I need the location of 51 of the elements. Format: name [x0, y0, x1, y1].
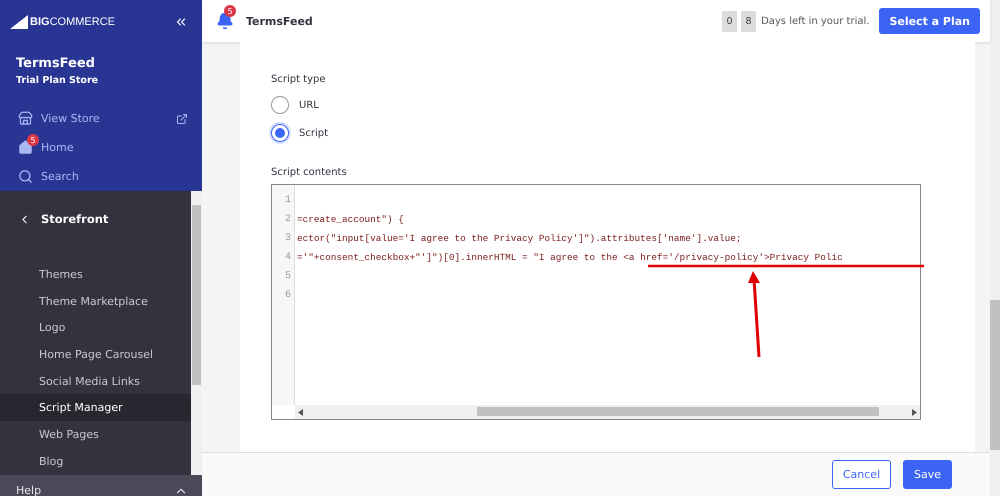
logo-icon	[10, 15, 28, 29]
select-plan-button[interactable]: Select a Plan	[879, 8, 980, 34]
nav-link[interactable]: Search	[41, 170, 188, 183]
cancel-button[interactable]: Cancel	[832, 460, 891, 489]
trial-text: Days left in your trial.	[761, 16, 870, 26]
menu-item[interactable]: Theme Marketplace	[0, 288, 191, 314]
menu-item[interactable]: Blog	[0, 448, 191, 474]
radio-button[interactable]	[271, 124, 289, 142]
radio-label[interactable]: URL	[299, 100, 319, 110]
notification-badge: 5	[224, 5, 236, 17]
section-title: Storefront	[41, 212, 108, 226]
code-line: ector("input[value='I agree to the Privacy Policy']").attributes['name'].value;	[297, 233, 742, 244]
logo-text: COMMERCE	[50, 16, 115, 28]
store-icon	[18, 111, 33, 126]
menu-item[interactable]: Web Pages	[0, 421, 191, 448]
line-number: 5	[284, 270, 292, 284]
scrollbar[interactable]	[191, 191, 202, 474]
code-line: =create_account") {	[297, 214, 404, 225]
field-label: Script type	[271, 74, 327, 85]
field-label: Script contents	[271, 167, 348, 178]
logo-text: BIG	[30, 16, 50, 28]
save-button[interactable]: Save	[903, 460, 952, 489]
store-title: TermsFeed	[246, 14, 314, 28]
scroll-left-icon[interactable]	[298, 408, 303, 416]
days-digit: 8	[741, 10, 756, 32]
code-editor[interactable]	[271, 184, 921, 420]
help-label[interactable]: Help	[16, 484, 42, 496]
line-number: 1	[284, 194, 292, 208]
home-icon	[18, 140, 33, 155]
days-digit: 0	[722, 10, 738, 32]
menu-item[interactable]: Social Media Links	[0, 368, 191, 394]
notification-badge: 5	[27, 134, 39, 146]
line-number: 4	[284, 251, 292, 265]
search-icon	[18, 169, 33, 184]
nav-link[interactable]: Home	[41, 141, 188, 154]
external-link-icon	[176, 112, 188, 124]
nav-link[interactable]: View Store	[41, 112, 168, 125]
code-line: ='"+consent_checkbox+"']")[0].innerHTML = "I agree to the <a href='/privacy-policy'>Privacy Polic	[297, 252, 843, 263]
menu-item[interactable]: Home Page Carousel	[0, 341, 191, 368]
menu-item[interactable]: Logo	[0, 314, 191, 342]
line-number: 6	[284, 289, 292, 303]
store-name: TermsFeed	[16, 56, 96, 71]
menu-item[interactable]: Themes	[0, 261, 191, 288]
radio-button[interactable]	[271, 96, 289, 114]
line-number: 2	[284, 213, 292, 227]
line-number: 3	[284, 232, 292, 246]
scroll-right-icon[interactable]	[912, 408, 917, 416]
radio-label[interactable]: Script	[299, 128, 328, 138]
menu-item[interactable]: Script Manager	[0, 394, 191, 422]
page-scrollbar[interactable]	[990, 0, 1000, 496]
store-plan: Trial Plan Store	[16, 75, 100, 86]
